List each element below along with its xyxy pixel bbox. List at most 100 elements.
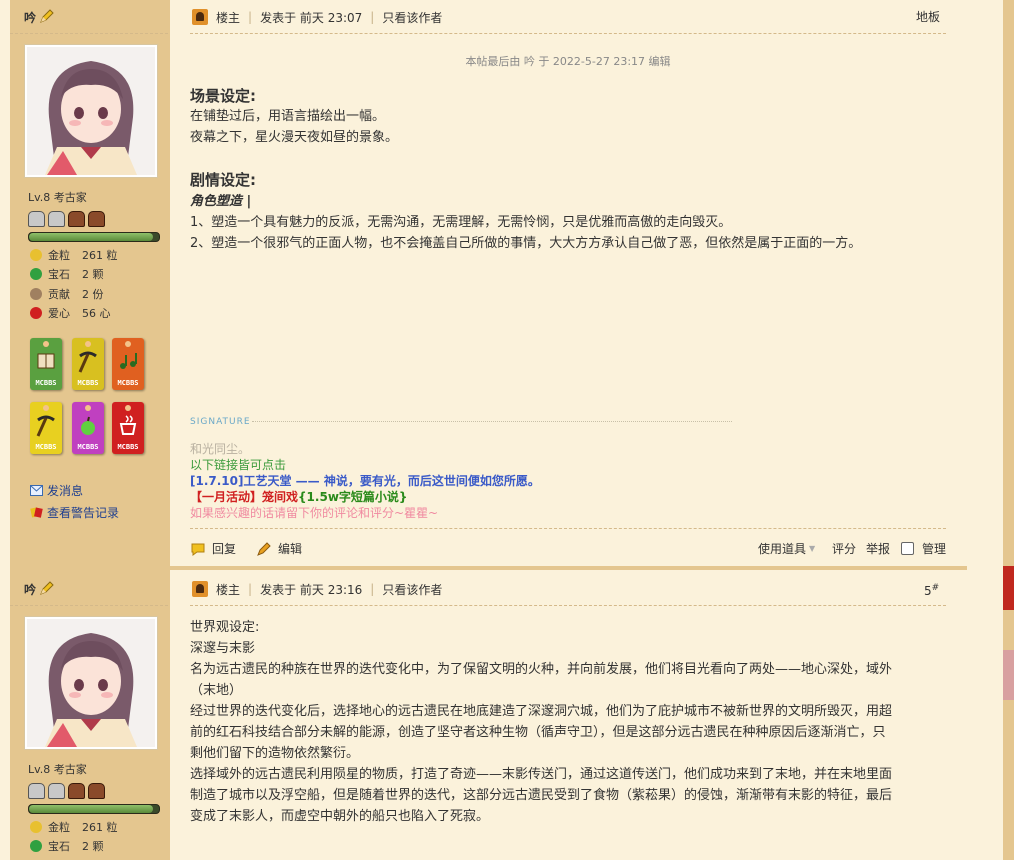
envelope-icon <box>30 485 43 496</box>
pencil-icon <box>257 541 271 556</box>
rate-button[interactable]: 评分 <box>832 540 856 557</box>
java-icon <box>119 415 137 435</box>
author-name[interactable]: 吟 <box>24 9 36 26</box>
stat-love: 爱心 56 心 <box>30 305 111 321</box>
edge-marker <box>1003 650 1014 700</box>
reply-button[interactable]: 回复 <box>190 540 236 557</box>
text-line: 在铺垫过后，用语言描绘出一幅。 <box>190 109 386 124</box>
gem-icon <box>30 840 42 852</box>
text-line: 1、塑造一个具有魅力的反派，无需沟通，无需理解，无需怜悯，只是优雅而高傲的走向毁… <box>190 215 732 230</box>
sidebar-divider <box>10 605 168 606</box>
text-line: 名为远古遗民的种族在世界的迭代变化中，为了保留文明的火种，并向前发展，他们将目光… <box>190 662 893 677</box>
text-line: （末地） <box>190 683 243 698</box>
medal-music[interactable]: MCBBS <box>112 338 144 390</box>
signature-line: 和光同尘。 <box>190 442 251 456</box>
progress-fill <box>29 805 153 813</box>
signature-link[interactable]: 【一月活动】笼间戏{1.5w字短篇小说} <box>190 488 407 505</box>
medal-book[interactable]: MCBBS <box>30 338 62 390</box>
louzhu-label: 楼主 <box>216 582 241 597</box>
louzhu-label: 楼主 <box>216 10 241 25</box>
progress-fill <box>29 233 153 241</box>
post-header: 楼主 | 发表于 前天 23:07 | 只看该作者 <box>192 7 442 27</box>
text-line: 经过世界的迭代变化后，选择地心的远古遗民在地底建造了深邃洞穴城，他们为了庇护城市… <box>190 704 893 719</box>
author-name[interactable]: 吟 <box>24 581 36 598</box>
level-progress-bar <box>28 804 160 814</box>
footer-divider <box>190 528 946 529</box>
warning-records-link[interactable]: 查看警告记录 <box>30 504 119 521</box>
manage-checkbox[interactable]: 管理 <box>901 540 946 557</box>
text-line: 前的红石科技结合部分未解的能源，创造了坚守者这种生物（循声守卫），但是这部分远古… <box>190 725 886 740</box>
louzhu-icon <box>192 9 208 25</box>
separator: | <box>248 582 253 596</box>
helmet-icon <box>28 783 45 799</box>
medal-java[interactable]: MCBBS <box>112 402 144 454</box>
stat-gold: 金粒 261 粒 <box>30 247 118 263</box>
header-divider <box>190 605 946 606</box>
floor-number[interactable]: 5# <box>924 583 939 598</box>
send-message-link[interactable]: 发消息 <box>30 482 83 499</box>
header-divider <box>190 33 946 34</box>
signature-link[interactable]: [1.7.10]工艺天堂 —— 神说，要有光，而后这世间便如您所愿。 <box>190 472 540 489</box>
pencil-icon <box>40 9 54 23</box>
use-tool-dropdown[interactable]: 使用道具 ▼ <box>758 540 815 557</box>
text-line: 夜幕之下，星火漫天夜如昼的景象。 <box>190 130 399 145</box>
right-margin <box>967 0 1003 860</box>
gold-icon <box>30 821 42 833</box>
separator: | <box>370 10 375 24</box>
reply-icon <box>191 543 205 556</box>
user-level: Lv.8 考古家 <box>28 763 87 776</box>
apple-icon <box>30 307 42 319</box>
helmet-icon <box>28 211 45 227</box>
only-author-link[interactable]: 只看该作者 <box>382 9 442 26</box>
role-title: 角色塑造 | <box>190 194 252 209</box>
contribution-icon <box>30 288 42 300</box>
medal-pickaxe-2[interactable]: MCBBS <box>30 402 62 454</box>
text-line: 选择域外的远古遗民利用陨星的物质，打造了奇迹——末影传送门，通过这道传送门，他们… <box>190 767 893 782</box>
helmet-icon <box>48 783 65 799</box>
pickaxe-icon <box>78 351 97 373</box>
report-button[interactable]: 举报 <box>866 540 890 557</box>
avatar-image <box>27 619 155 747</box>
stat-gold: 金粒 261 粒 <box>30 819 118 835</box>
post-header: 楼主 | 发表于 前天 23:16 | 只看该作者 <box>192 579 442 599</box>
signature-line: 如果感兴趣的话请留下你的评论和评分~瞿瞿~ <box>190 506 439 520</box>
pencil-icon <box>40 581 54 595</box>
post-time: 发表于 前天 23:16 <box>260 582 363 597</box>
user-level: Lv.8 考古家 <box>28 191 87 204</box>
pickaxe-icon <box>36 415 55 437</box>
helmet-icon <box>68 783 85 799</box>
helmet-icon <box>88 783 105 799</box>
floor-number[interactable]: 地板 <box>916 8 940 25</box>
checkbox[interactable] <box>901 542 914 555</box>
apple-icon <box>81 416 95 435</box>
warning-card-icon <box>30 507 43 518</box>
sidebar-divider <box>10 33 168 34</box>
only-author-link[interactable]: 只看该作者 <box>382 581 442 598</box>
separator: | <box>248 10 253 24</box>
book-icon <box>37 353 55 369</box>
text-line: 深邃与末影 <box>190 641 256 656</box>
avatar-image <box>27 47 155 175</box>
text-line: 世界观设定: <box>190 620 260 635</box>
text-line: 2、塑造一个很邪气的正面人物，也不会掩盖自己所做的事情，大大方方承认自己做了恶，… <box>190 236 862 251</box>
helmet-icon <box>48 211 65 227</box>
edit-button[interactable]: 编辑 <box>256 540 302 557</box>
gem-icon <box>30 268 42 280</box>
helmet-icon <box>88 211 105 227</box>
text-line: 制造了城市以及浮空船，但是随着世界的迭代，这部分远古遗民受到了食物（紫菘果）的侵… <box>190 788 893 803</box>
stat-contribution: 贡献 2 份 <box>30 286 104 302</box>
edge-marker <box>1003 566 1014 610</box>
post-time: 发表于 前天 23:07 <box>260 10 363 25</box>
medal-apple[interactable]: MCBBS <box>72 402 104 454</box>
separator: | <box>370 582 375 596</box>
text-line: 剩他们留下的造物依然繁衍。 <box>190 746 360 761</box>
level-progress-bar <box>28 232 160 242</box>
section-title: 剧情设定: <box>190 171 256 189</box>
medal-pickaxe[interactable]: MCBBS <box>72 338 104 390</box>
signature-label: SIGNATURE <box>190 417 251 427</box>
page-edge <box>1003 0 1014 860</box>
avatar[interactable] <box>24 44 158 178</box>
music-icon <box>120 353 137 369</box>
avatar[interactable] <box>24 616 158 750</box>
level-helmets <box>28 783 105 799</box>
